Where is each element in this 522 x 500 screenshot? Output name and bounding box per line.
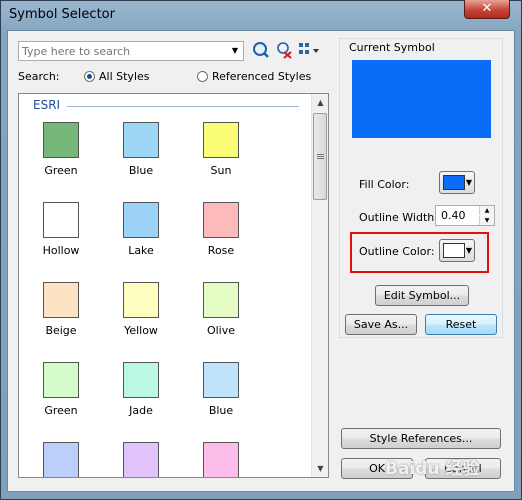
symbol-label: Green xyxy=(44,164,78,177)
title-bar[interactable]: Symbol Selector xyxy=(0,0,522,30)
outline-color-label: Outline Color: xyxy=(359,245,435,258)
symbol-swatch[interactable] xyxy=(203,282,239,318)
symbol-label: Rose xyxy=(207,244,235,257)
symbol-swatch[interactable] xyxy=(123,362,159,398)
dropdown-arrow-icon: ▼ xyxy=(465,246,472,255)
dropdown-arrow-icon: ▼ xyxy=(465,178,472,187)
search-input[interactable] xyxy=(19,42,222,60)
symbol-label: Sun xyxy=(210,164,232,177)
search-history-dropdown-icon[interactable]: ▼ xyxy=(229,44,241,58)
fill-color-label: Fill Color: xyxy=(359,178,410,191)
search-icon xyxy=(253,42,269,58)
symbol-swatch[interactable] xyxy=(123,442,159,477)
current-symbol-title: Current Symbol xyxy=(347,41,437,54)
symbol-label: Jade xyxy=(129,404,153,417)
symbol-label: Hollow xyxy=(42,244,80,257)
scroll-down-arrow-icon[interactable]: ▼ xyxy=(312,460,328,477)
outline-width-spinner[interactable]: 0.40 ▲ ▼ xyxy=(435,205,495,226)
clear-search-button[interactable] xyxy=(274,41,294,61)
symbol-label: Lake xyxy=(128,244,154,257)
all-styles-label[interactable]: All Styles xyxy=(99,70,150,83)
spin-down-arrow-icon[interactable]: ▼ xyxy=(479,216,494,225)
category-divider xyxy=(67,106,299,107)
reset-button[interactable]: Reset xyxy=(425,314,497,335)
scroll-thumb[interactable] xyxy=(313,113,327,200)
search-button[interactable] xyxy=(251,41,271,61)
vertical-scrollbar[interactable]: ▲ ▼ xyxy=(311,94,328,477)
search-box[interactable]: ▼ xyxy=(18,41,244,61)
view-options-button[interactable] xyxy=(298,41,320,61)
grip-line xyxy=(317,156,324,157)
symbol-label: Beige xyxy=(45,324,77,337)
symbol-label: Green xyxy=(44,404,78,417)
spin-up-arrow-icon[interactable]: ▲ xyxy=(479,206,494,215)
symbol-label: Blue xyxy=(208,404,234,417)
symbol-swatch[interactable] xyxy=(43,362,79,398)
symbol-swatch[interactable] xyxy=(203,202,239,238)
referenced-styles-radio[interactable] xyxy=(197,71,208,82)
close-button[interactable]: ✕ xyxy=(464,0,510,19)
close-icon: ✕ xyxy=(481,1,493,16)
symbol-swatch[interactable] xyxy=(123,282,159,318)
symbol-label: Olive xyxy=(206,324,236,337)
symbol-swatch[interactable] xyxy=(43,202,79,238)
clear-search-icon xyxy=(277,42,292,59)
symbol-swatch[interactable] xyxy=(203,362,239,398)
window-title: Symbol Selector xyxy=(9,7,115,22)
scroll-up-arrow-icon[interactable]: ▲ xyxy=(312,94,328,111)
outline-width-label: Outline Width: xyxy=(359,211,438,224)
symbol-swatch[interactable] xyxy=(43,282,79,318)
style-references-button[interactable]: Style References... xyxy=(341,428,501,449)
symbol-swatch[interactable] xyxy=(203,442,239,477)
referenced-styles-label[interactable]: Referenced Styles xyxy=(212,70,311,83)
symbol-swatch[interactable] xyxy=(123,202,159,238)
watermark: Baidu 经验 xyxy=(385,459,480,479)
edit-symbol-button[interactable]: Edit Symbol... xyxy=(375,285,469,306)
all-styles-radio[interactable] xyxy=(84,71,95,82)
symbol-list[interactable]: ESRI Green Blue Sun Hollow Lake Rose Beige Yell… xyxy=(18,93,329,478)
symbol-preview xyxy=(352,60,491,138)
symbol-swatch[interactable] xyxy=(43,122,79,158)
fill-color-button[interactable]: ▼ xyxy=(439,171,475,194)
grip-line xyxy=(317,154,324,155)
symbol-label: Blue xyxy=(128,164,154,177)
symbol-label: Yellow xyxy=(124,324,158,337)
outline-color-button[interactable]: ▼ xyxy=(439,239,475,262)
outline-color-swatch xyxy=(443,243,465,258)
symbol-swatch[interactable] xyxy=(123,122,159,158)
save-as-button[interactable]: Save As... xyxy=(345,314,417,335)
category-header: ESRI xyxy=(33,98,61,112)
outline-width-value[interactable]: 0.40 xyxy=(441,209,466,222)
symbol-swatch[interactable] xyxy=(203,122,239,158)
grip-line xyxy=(317,158,324,159)
search-scope-label: Search: xyxy=(18,70,60,83)
view-options-icon xyxy=(299,43,319,54)
fill-color-swatch xyxy=(443,175,465,190)
symbol-swatch[interactable] xyxy=(43,442,79,477)
